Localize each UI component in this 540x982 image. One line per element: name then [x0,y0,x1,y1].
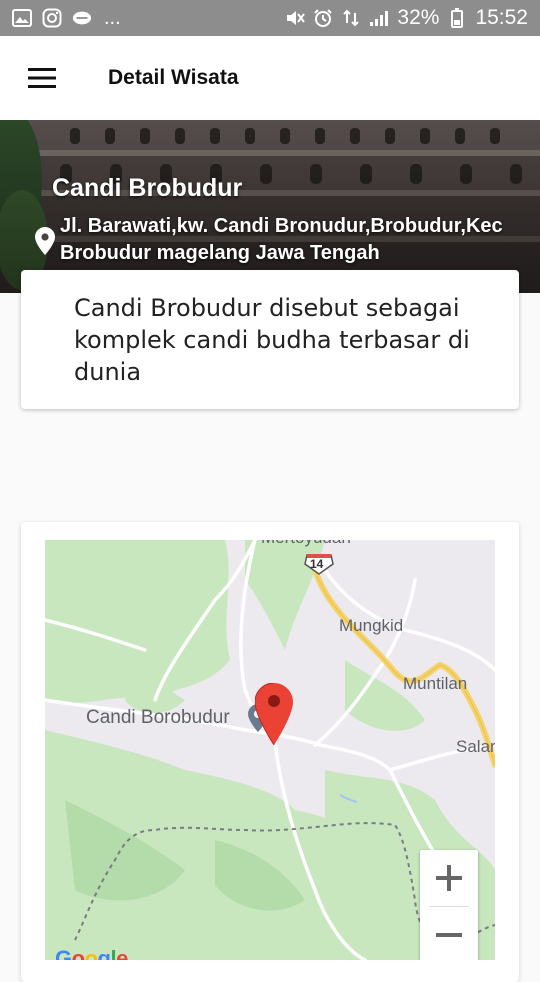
clock: 15:52 [475,6,528,29]
alarm-icon [313,9,333,27]
description-text: Candi Brobudur disebut sebagai komplek c… [74,294,470,386]
hamburger-menu-icon [28,68,56,88]
location-marker-icon[interactable] [255,683,293,745]
minus-icon [436,933,462,937]
description-card: Candi Brobudur disebut sebagai komplek c… [21,270,519,409]
map-label-muntilan: Muntilan [403,674,468,693]
map-view[interactable]: Mertoyudan 14 Mungkid Muntilan Salar Can… [45,540,495,960]
map-card: Mertoyudan 14 Mungkid Muntilan Salar Can… [21,522,519,982]
messaging-app-icon [72,9,92,27]
map-label-mertoyudan: Mertoyudan [261,540,351,548]
instagram-icon [42,8,62,28]
zoom-in-button[interactable] [420,850,478,906]
temple-photo [0,120,540,293]
app-bar: Detail Wisata [0,36,540,120]
road-shield-label: 14 [310,557,324,571]
zoom-controls [420,850,478,960]
hero-banner: Candi Brobudur Jl. Barawati,kw. Candi Br… [0,120,540,293]
gallery-icon [12,9,32,27]
map-label-salam: Salar [456,737,495,756]
mute-icon [285,9,306,27]
location-pin-icon [35,227,55,255]
map-poi-label[interactable]: Candi Borobudur [86,707,230,729]
more-notifications-icon: ... [104,6,121,29]
google-logo: Google [55,946,128,960]
plus-icon [436,865,462,891]
status-bar: ... 32% 15:52 [0,0,540,36]
battery-icon [447,8,467,28]
map-label-mungkid: Mungkid [339,616,404,635]
signal-icon [369,9,389,27]
zoom-out-button[interactable] [420,907,478,960]
place-address: Jl. Barawati,kw. Candi Bronudur,Brobudur… [60,215,503,264]
data-transfer-icon [341,9,361,27]
page-title: Detail Wisata [108,66,239,89]
place-title: Candi Brobudur [52,174,243,202]
battery-percent: 32% [397,6,440,29]
menu-button[interactable] [0,36,84,120]
